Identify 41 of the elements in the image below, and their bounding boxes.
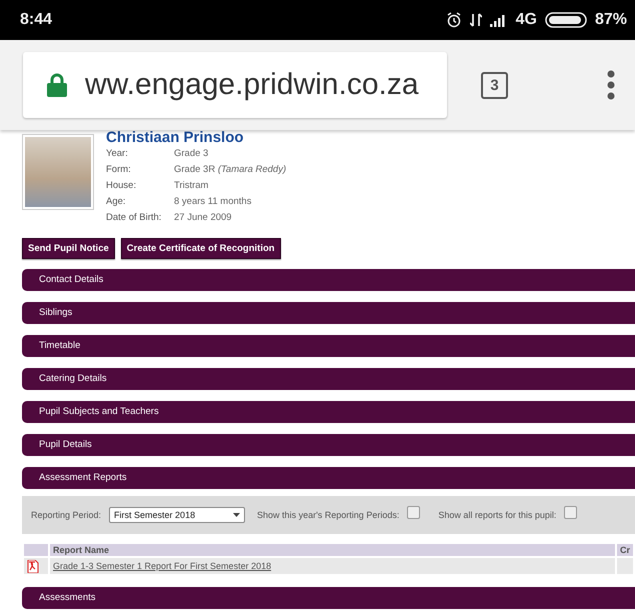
action-button[interactable]: Send Pupil Notice [22,238,115,259]
section-header[interactable]: Pupil Subjects and Teachers [22,401,635,423]
filter-label: Show all reports for this pupil: [438,510,556,520]
lock-icon [47,73,67,97]
filter-label: Show this year's Reporting Periods: [257,510,400,520]
field-value: 8 years 11 months [174,195,252,209]
field-value: Grade 3R (Tamara Reddy) [174,163,286,177]
column-header: Report Name [50,544,615,556]
column-header: Cr [616,544,633,556]
section-header[interactable]: Pupil Details [22,434,635,456]
field-label: Age: [106,195,127,209]
pdf-file-icon [27,560,39,572]
address-bar[interactable]: ww.engage.pridwin.co.za [23,52,447,118]
more-menu-icon[interactable] [607,70,615,100]
network-type: 4G [516,11,537,29]
pupil-name: Christiaan Prinsloo [106,130,245,146]
section-header[interactable]: Timetable [22,335,635,357]
data-transfer-icon [470,12,482,28]
period-dropdown[interactable]: First Semester 2018 [109,507,246,523]
battery-percent: 87% [594,11,627,29]
field-label: Date of Birth: [106,211,162,225]
field-value: 27 June 2009 [174,211,233,225]
checkbox[interactable] [407,506,420,518]
filter-label: Reporting Period: [31,510,102,520]
field-value: Tristram [174,179,210,193]
section-header[interactable]: Assessment Reports [22,467,635,489]
section-header[interactable]: Catering Details [22,368,635,390]
section-header[interactable]: Contact Details [22,269,635,291]
field-label: Year: [106,147,129,161]
section-header[interactable]: Siblings [22,302,635,324]
alarm-clock-icon [446,12,462,28]
tab-count-button[interactable]: 3 [481,72,508,98]
field-value: Grade 3 [174,147,210,161]
checkbox[interactable] [564,506,578,518]
caret-icon [233,513,240,517]
clock-time: 8:44 [20,11,52,29]
field-label: Form: [106,163,132,177]
action-button[interactable]: Create Certificate of Recognition [120,238,281,259]
section-header[interactable]: Assessments [22,587,635,609]
battery-icon [544,12,587,28]
field-label: House: [106,179,138,193]
